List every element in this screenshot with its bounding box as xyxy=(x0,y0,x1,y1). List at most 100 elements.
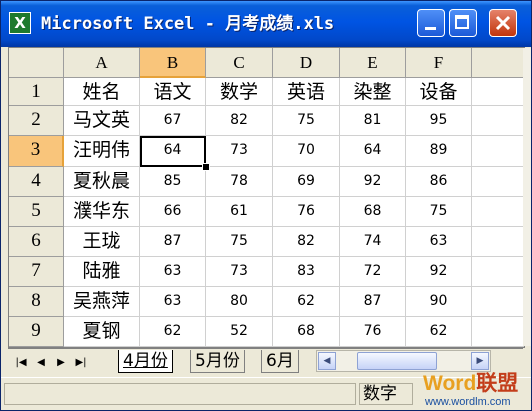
row-header-9[interactable]: 9 xyxy=(9,317,64,347)
watermark-url: www.wordlm.com xyxy=(425,396,511,408)
cell-d3[interactable]: 70 xyxy=(273,136,340,167)
row-header-4[interactable]: 4 xyxy=(9,167,64,197)
cell-e5[interactable]: 68 xyxy=(340,197,406,227)
cell-e9[interactable]: 76 xyxy=(340,317,406,347)
cell-f8[interactable]: 90 xyxy=(406,287,472,317)
cell-e4[interactable]: 92 xyxy=(340,167,406,197)
select-all-corner[interactable] xyxy=(9,48,64,78)
cell-c5[interactable]: 61 xyxy=(206,197,273,227)
cell-g9[interactable] xyxy=(472,317,524,347)
cell-d2[interactable]: 75 xyxy=(273,106,340,136)
cell-a9[interactable]: 夏钢 xyxy=(64,317,140,347)
cell-e1[interactable]: 染整 xyxy=(340,78,406,106)
close-button[interactable] xyxy=(489,9,517,37)
scroll-right-button[interactable]: ▶ xyxy=(471,352,489,370)
column-header-e[interactable]: E xyxy=(340,48,406,78)
cell-c2[interactable]: 82 xyxy=(206,106,273,136)
cell-b2[interactable]: 67 xyxy=(140,106,206,136)
cell-d5[interactable]: 76 xyxy=(273,197,340,227)
cell-f4[interactable]: 86 xyxy=(406,167,472,197)
last-sheet-button[interactable]: ▶| xyxy=(72,354,90,372)
cell-g4[interactable] xyxy=(472,167,524,197)
cell-b5[interactable]: 66 xyxy=(140,197,206,227)
cell-e7[interactable]: 72 xyxy=(340,257,406,287)
cell-a8[interactable]: 吴燕萍 xyxy=(64,287,140,317)
cell-d4[interactable]: 69 xyxy=(273,167,340,197)
cell-c6[interactable]: 75 xyxy=(206,227,273,257)
cell-e8[interactable]: 87 xyxy=(340,287,406,317)
column-header-g[interactable] xyxy=(472,48,524,78)
column-header-a[interactable]: A xyxy=(64,48,140,78)
cell-e6[interactable]: 74 xyxy=(340,227,406,257)
sheet-tab-4[interactable]: 4月份 xyxy=(118,350,173,373)
maximize-button[interactable] xyxy=(449,9,477,37)
row-header-7[interactable]: 7 xyxy=(9,257,64,287)
cell-a5[interactable]: 濮华东 xyxy=(64,197,140,227)
cell-f3[interactable]: 89 xyxy=(406,136,472,167)
cell-b1[interactable]: 语文 xyxy=(140,78,206,106)
row-header-5[interactable]: 5 xyxy=(9,197,64,227)
cell-g1[interactable] xyxy=(472,78,524,106)
scroll-left-button[interactable]: ◀ xyxy=(318,352,336,370)
cell-f6[interactable]: 63 xyxy=(406,227,472,257)
cell-c8[interactable]: 80 xyxy=(206,287,273,317)
horizontal-scroll-thumb[interactable] xyxy=(357,352,437,370)
cell-c4[interactable]: 78 xyxy=(206,167,273,197)
cell-g2[interactable] xyxy=(472,106,524,136)
row-header-3[interactable]: 3 xyxy=(9,136,64,167)
cell-b8[interactable]: 63 xyxy=(140,287,206,317)
vertical-scrollbar[interactable] xyxy=(523,48,531,346)
cell-a3[interactable]: 汪明伟 xyxy=(64,136,140,167)
sheet-tab-5[interactable]: 5月份 xyxy=(190,350,245,373)
column-header-c[interactable]: C xyxy=(206,48,273,78)
cell-e3[interactable]: 64 xyxy=(340,136,406,167)
cell-f5[interactable]: 75 xyxy=(406,197,472,227)
cell-d8[interactable]: 62 xyxy=(273,287,340,317)
cell-d1[interactable]: 英语 xyxy=(273,78,340,106)
column-header-f[interactable]: F xyxy=(406,48,472,78)
prev-sheet-button[interactable]: ◀ xyxy=(32,354,50,372)
cell-f7[interactable]: 92 xyxy=(406,257,472,287)
row-header-1[interactable]: 1 xyxy=(9,78,64,106)
cell-a7[interactable]: 陆雅 xyxy=(64,257,140,287)
cell-f2[interactable]: 95 xyxy=(406,106,472,136)
cell-g6[interactable] xyxy=(472,227,524,257)
title-bar[interactable]: X Microsoft Excel - 月考成绩.xls xyxy=(1,1,531,47)
watermark-brand: Word xyxy=(423,372,477,395)
cell-g3[interactable] xyxy=(472,136,524,167)
cell-g7[interactable] xyxy=(472,257,524,287)
column-header-d[interactable]: D xyxy=(273,48,340,78)
cell-e2[interactable]: 81 xyxy=(340,106,406,136)
next-sheet-button[interactable]: ▶ xyxy=(52,354,70,372)
row-header-2[interactable]: 2 xyxy=(9,106,64,136)
worksheet-grid[interactable]: A B C D E F 1 姓名 语文 数学 英语 染整 设备 2 马文英 67 82 75 81 95 3 汪明伟 64 7… xyxy=(8,47,525,348)
cell-f9[interactable]: 62 xyxy=(406,317,472,347)
first-sheet-button[interactable]: |◀ xyxy=(12,354,30,372)
cell-d9[interactable]: 68 xyxy=(273,317,340,347)
cell-g8[interactable] xyxy=(472,287,524,317)
cell-b6[interactable]: 87 xyxy=(140,227,206,257)
cell-a2[interactable]: 马文英 xyxy=(64,106,140,136)
cell-a6[interactable]: 王珑 xyxy=(64,227,140,257)
fill-handle[interactable] xyxy=(202,163,210,171)
cell-c1[interactable]: 数学 xyxy=(206,78,273,106)
row-header-8[interactable]: 8 xyxy=(9,287,64,317)
cell-c9[interactable]: 52 xyxy=(206,317,273,347)
cell-f1[interactable]: 设备 xyxy=(406,78,472,106)
cell-c3[interactable]: 73 xyxy=(206,136,273,167)
cell-b9[interactable]: 62 xyxy=(140,317,206,347)
excel-icon[interactable]: X xyxy=(9,12,31,34)
cell-g5[interactable] xyxy=(472,197,524,227)
cell-d6[interactable]: 82 xyxy=(273,227,340,257)
minimize-button[interactable] xyxy=(417,9,445,37)
sheet-tab-6[interactable]: 6月 xyxy=(261,350,299,373)
cell-b7[interactable]: 63 xyxy=(140,257,206,287)
row-header-6[interactable]: 6 xyxy=(9,227,64,257)
column-header-b[interactable]: B xyxy=(140,48,206,78)
cell-a4[interactable]: 夏秋晨 xyxy=(64,167,140,197)
cell-d7[interactable]: 83 xyxy=(273,257,340,287)
horizontal-scrollbar[interactable]: ◀ ▶ xyxy=(316,350,491,372)
cell-a1[interactable]: 姓名 xyxy=(64,78,140,106)
cell-c7[interactable]: 73 xyxy=(206,257,273,287)
cell-b4[interactable]: 85 xyxy=(140,167,206,197)
